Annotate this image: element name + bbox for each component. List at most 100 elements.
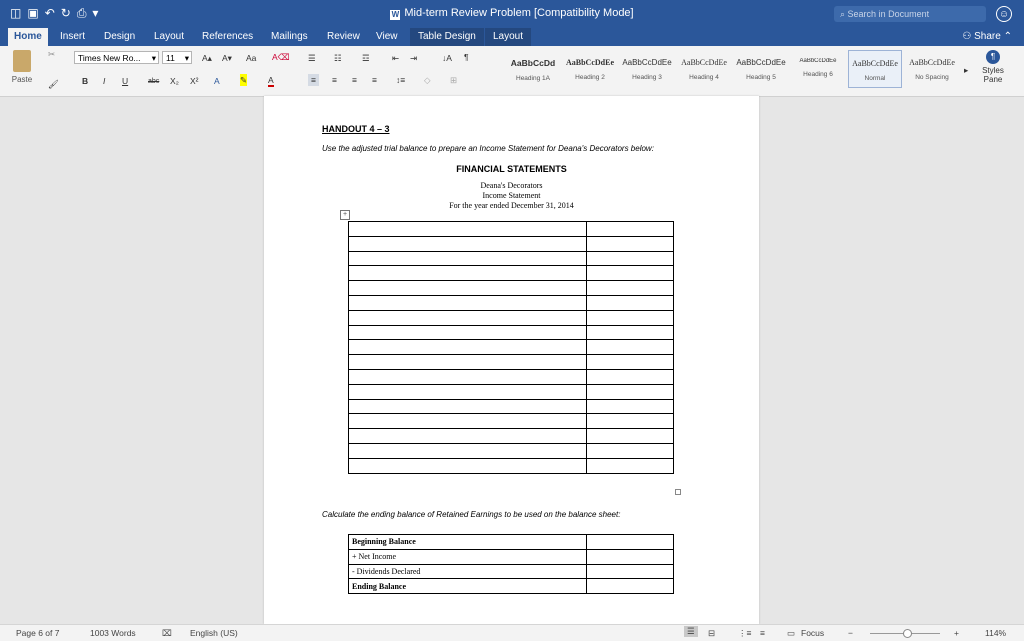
income-amount-cell[interactable]	[586, 442, 674, 459]
tab-table-layout[interactable]: Layout	[485, 28, 532, 46]
income-amount-cell[interactable]	[586, 235, 674, 252]
decrease-indent-icon[interactable]: ⇤	[392, 52, 399, 64]
table-move-handle-icon[interactable]: +	[340, 210, 350, 220]
font-name-select[interactable]: Times New Ro... ▾	[74, 51, 159, 64]
change-case-icon[interactable]: Aa	[246, 52, 256, 64]
income-label-cell[interactable]	[348, 235, 587, 252]
shading-icon[interactable]: ◇	[424, 74, 431, 86]
income-amount-cell[interactable]	[586, 368, 674, 385]
income-label-cell[interactable]	[348, 280, 587, 296]
tab-mailings[interactable]: Mailings	[271, 28, 308, 46]
superscript-icon[interactable]: X²	[190, 75, 199, 87]
font-color-icon[interactable]: A	[268, 75, 274, 87]
style-heading-3[interactable]: AaBbCcDdEe Heading 3	[620, 50, 674, 88]
tab-design[interactable]: Design	[104, 28, 135, 46]
feedback-smiley-icon[interactable]: ☺	[996, 6, 1012, 22]
income-label-cell[interactable]	[348, 383, 587, 400]
tab-home[interactable]: Home	[8, 28, 48, 46]
tab-references[interactable]: References	[202, 28, 253, 46]
re-label-cell[interactable]: - Dividends Declared	[348, 563, 587, 580]
tab-view[interactable]: View	[376, 28, 398, 46]
re-value-cell[interactable]	[586, 548, 674, 565]
income-label-cell[interactable]	[348, 428, 587, 444]
income-label-cell[interactable]	[348, 457, 587, 474]
numbering-icon[interactable]: ☷	[334, 52, 342, 64]
shrink-font-icon[interactable]: A▾	[222, 52, 232, 64]
style-no-spacing[interactable]: AaBbCcDdEe No Spacing	[905, 50, 959, 88]
income-label-cell[interactable]	[348, 413, 587, 430]
income-amount-cell[interactable]	[586, 413, 674, 430]
align-center-icon[interactable]: ≡	[332, 74, 337, 86]
language-indicator[interactable]: English (US)	[190, 628, 238, 638]
income-amount-cell[interactable]	[586, 339, 674, 356]
show-formatting-icon[interactable]: ¶	[464, 51, 469, 63]
income-label-cell[interactable]	[348, 339, 587, 356]
re-value-cell[interactable]	[586, 578, 674, 595]
search-input[interactable]: ⌕ Search in Document	[834, 6, 986, 22]
style-heading-2[interactable]: AaBbCcDdEe Heading 2	[563, 50, 617, 88]
grow-font-icon[interactable]: A▴	[202, 52, 212, 64]
tab-review[interactable]: Review	[327, 28, 360, 46]
italic-button[interactable]: I	[103, 75, 105, 87]
income-amount-cell[interactable]	[586, 354, 674, 370]
tab-layout[interactable]: Layout	[154, 28, 184, 46]
income-label-cell[interactable]	[348, 265, 587, 282]
draft-view-icon[interactable]: ≡	[760, 628, 765, 638]
bold-button[interactable]: B	[82, 75, 88, 87]
re-label-cell[interactable]: Beginning Balance	[348, 534, 587, 550]
income-amount-cell[interactable]	[586, 383, 674, 400]
style-normal[interactable]: AaBbCcDdEe Normal	[848, 50, 902, 88]
income-label-cell[interactable]	[348, 398, 587, 415]
align-left-icon[interactable]: ≡	[308, 74, 319, 86]
multilevel-list-icon[interactable]: ☲	[362, 52, 370, 64]
focus-label[interactable]: Focus	[801, 628, 824, 638]
income-label-cell[interactable]	[348, 250, 587, 267]
font-size-select[interactable]: 11 ▾	[162, 51, 192, 64]
zoom-out-icon[interactable]: −	[848, 628, 853, 638]
income-amount-cell[interactable]	[586, 398, 674, 415]
re-value-cell[interactable]	[586, 534, 674, 550]
bullets-icon[interactable]: ☰	[308, 52, 316, 64]
word-count[interactable]: 1003 Words	[90, 628, 136, 638]
re-label-cell[interactable]: Ending Balance	[348, 578, 587, 595]
style-heading-6[interactable]: AaBbCcDdEe Heading 6	[791, 50, 845, 88]
highlight-icon[interactable]: ✎	[240, 74, 248, 86]
subscript-icon[interactable]: X₂	[170, 75, 179, 87]
zoom-in-icon[interactable]: +	[954, 628, 959, 638]
income-amount-cell[interactable]	[586, 294, 674, 311]
table-resize-handle[interactable]	[675, 489, 681, 495]
tab-insert[interactable]: Insert	[60, 28, 85, 46]
zoom-slider-thumb[interactable]	[903, 629, 912, 638]
income-amount-cell[interactable]	[586, 324, 674, 341]
re-label-cell[interactable]: + Net Income	[348, 548, 587, 565]
justify-icon[interactable]: ≡	[372, 74, 377, 86]
income-label-cell[interactable]	[348, 354, 587, 370]
style-heading-4[interactable]: AaBbCcDdEe Heading 4	[677, 50, 731, 88]
strikethrough-button[interactable]: abc	[148, 76, 159, 88]
increase-indent-icon[interactable]: ⇥	[410, 52, 417, 64]
focus-icon[interactable]: ▭	[787, 628, 795, 639]
zoom-level[interactable]: 114%	[985, 628, 1006, 638]
paste-button[interactable]: Paste	[8, 48, 36, 84]
income-amount-cell[interactable]	[586, 221, 674, 237]
clear-formatting-icon[interactable]: A⌫	[272, 51, 290, 63]
proofing-icon[interactable]: ⌧	[162, 628, 172, 639]
collapse-ribbon-icon[interactable]: ⌃	[1004, 31, 1012, 42]
income-label-cell[interactable]	[348, 221, 587, 237]
income-amount-cell[interactable]	[586, 250, 674, 267]
income-label-cell[interactable]	[348, 368, 587, 385]
income-label-cell[interactable]	[348, 294, 587, 311]
styles-more-icon[interactable]: ▸	[964, 64, 968, 76]
web-layout-view-icon[interactable]: ⊟	[708, 628, 715, 639]
re-value-cell[interactable]	[586, 563, 674, 580]
format-painter-icon[interactable]: 🖌	[48, 78, 59, 90]
document-page[interactable]: HANDOUT 4 – 3 Use the adjusted trial bal…	[264, 96, 759, 624]
align-right-icon[interactable]: ≡	[352, 74, 357, 86]
style-heading-1a[interactable]: AaBbCcDd Heading 1A	[506, 50, 560, 88]
underline-button[interactable]: U	[122, 75, 128, 87]
print-layout-view-icon[interactable]: ☰	[684, 626, 698, 637]
tab-table-design[interactable]: Table Design	[410, 28, 484, 46]
borders-icon[interactable]: ⊞	[450, 74, 457, 86]
styles-pane-button[interactable]: ¶ Styles Pane	[978, 50, 1008, 84]
income-amount-cell[interactable]	[586, 428, 674, 444]
